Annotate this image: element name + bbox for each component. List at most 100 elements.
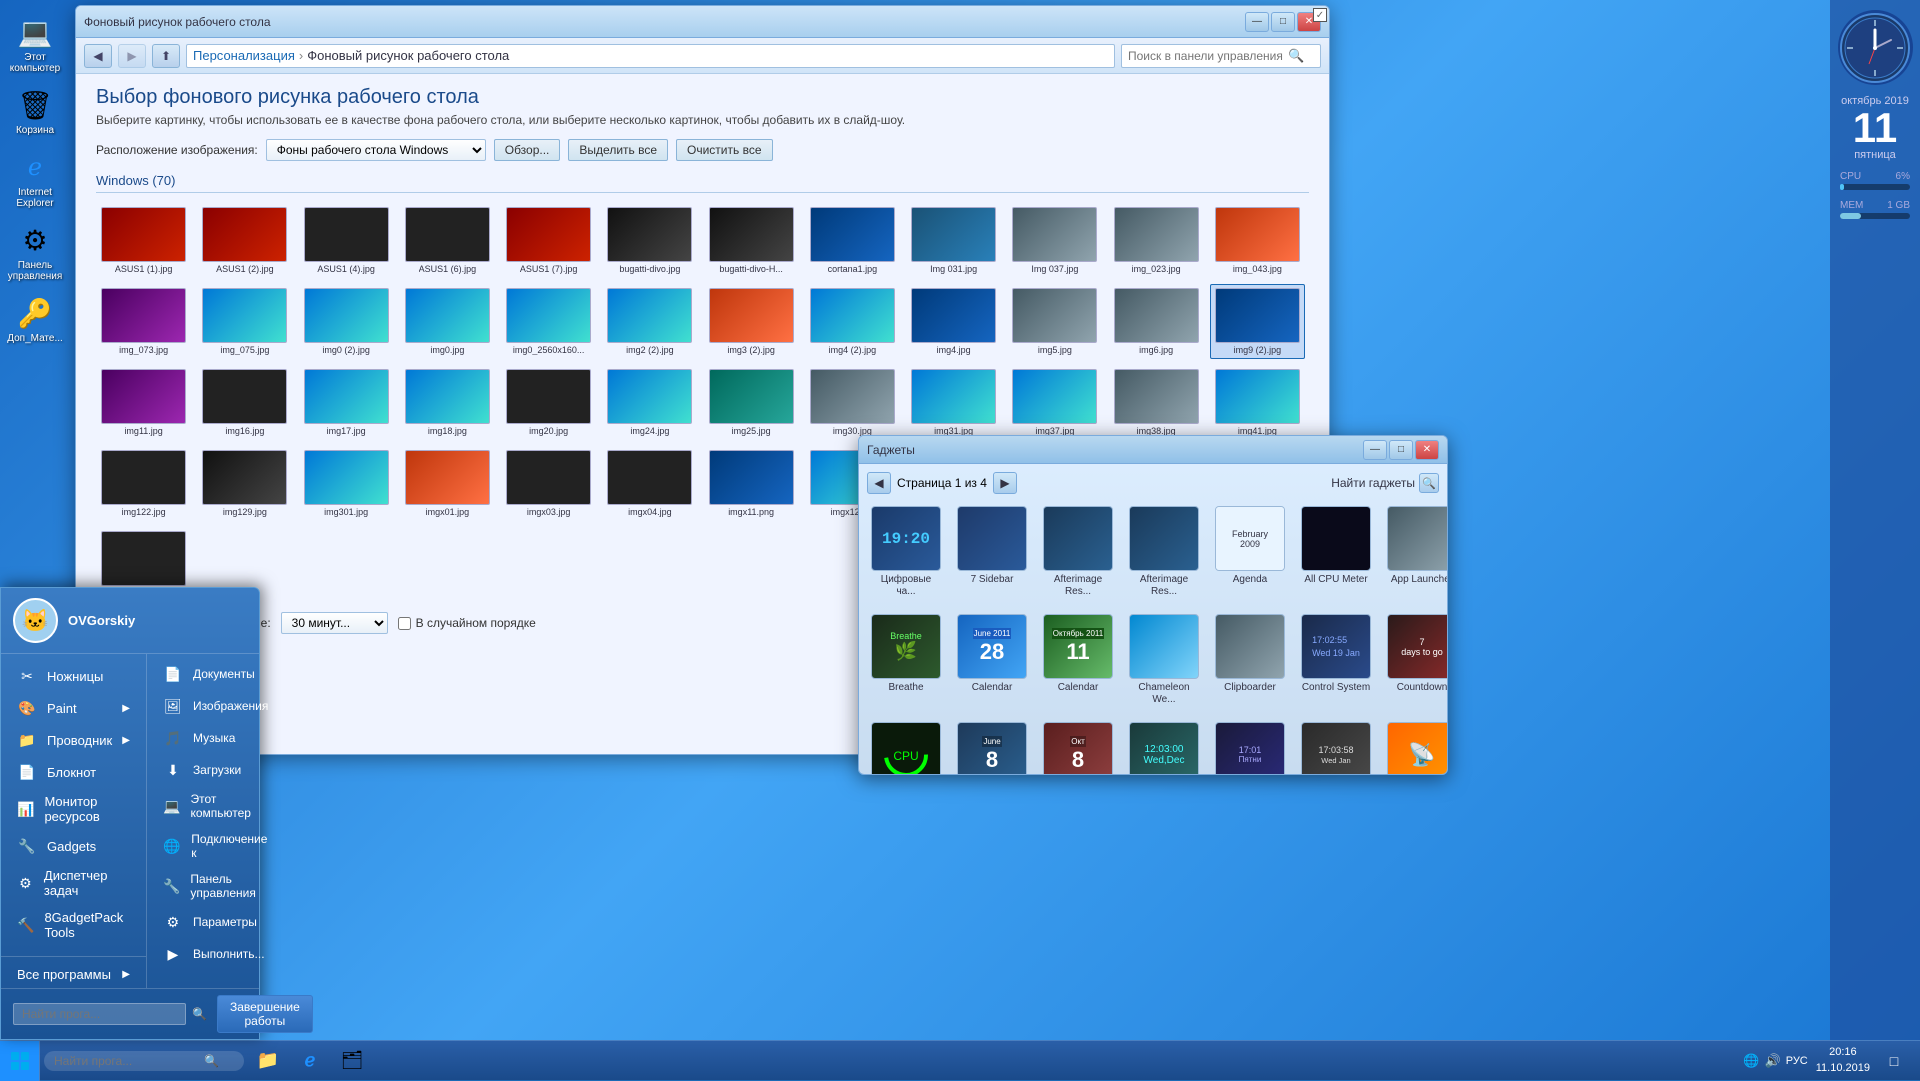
clear-all-button[interactable]: Очистить все	[676, 139, 772, 161]
image-item[interactable]: img122.jpg	[96, 446, 191, 521]
forward-button[interactable]: ▶	[118, 44, 146, 68]
search-input[interactable]	[1128, 49, 1288, 63]
image-item[interactable]: img2 (2).jpg	[602, 284, 697, 359]
gadget-item[interactable]: February2009Agenda	[1211, 502, 1289, 602]
shutdown-button[interactable]: Завершение работы	[217, 995, 313, 1033]
gadget-item[interactable]: Clipboarder	[1211, 610, 1289, 710]
desktop-icon-ie[interactable]: ℯ Internet Explorer	[3, 145, 67, 213]
start-menu-item-run[interactable]: ▶ Выполнить...	[147, 938, 285, 970]
image-item[interactable]: img20.jpg	[501, 365, 596, 440]
image-item[interactable]: ASUS1 (2).jpg	[197, 203, 292, 278]
image-item[interactable]: img5.jpg	[1007, 284, 1102, 359]
up-button[interactable]: ⬆	[152, 44, 180, 68]
gadget-item[interactable]: CPUCPU Utilization	[867, 718, 945, 775]
start-menu-item-downloads[interactable]: ⬇ Загрузки	[147, 754, 285, 786]
image-item[interactable]: img_043.jpg	[1210, 203, 1305, 278]
minimize-button[interactable]: —	[1245, 12, 1269, 32]
gadget-item[interactable]: June 201128Calendar	[953, 610, 1031, 710]
image-item[interactable]: ASUS1 (1).jpg	[96, 203, 191, 278]
image-item[interactable]: img30.jpg	[805, 365, 900, 440]
select-all-button[interactable]: Выделить все	[568, 139, 668, 161]
image-item[interactable]: img4 (2).jpg	[805, 284, 900, 359]
image-item[interactable]: img37.jpg	[1007, 365, 1102, 440]
image-item[interactable]: ASUS1 (4).jpg	[299, 203, 394, 278]
gadget-item[interactable]: 17:01ПятниDate Time	[1211, 718, 1289, 775]
start-menu-item-connect[interactable]: 🌐 Подключение к	[147, 826, 285, 866]
gadget-item[interactable]: All CPU Meter	[1297, 502, 1375, 602]
start-menu-item-notepad[interactable]: 📄 Блокнот	[1, 756, 146, 788]
taskbar-item-explorer2[interactable]: 🗂	[332, 1041, 372, 1081]
gadgets-minimize[interactable]: —	[1363, 440, 1387, 460]
tray-lang[interactable]: РУС	[1786, 1055, 1808, 1067]
image-item[interactable]: imgx03.jpg	[501, 446, 596, 521]
image-item[interactable]: img31.jpg	[906, 365, 1001, 440]
image-item[interactable]: img6.jpg	[1109, 284, 1204, 359]
image-item[interactable]: imgx01.jpg	[400, 446, 495, 521]
gadget-item[interactable]: Breathe🌿Breathe	[867, 610, 945, 710]
image-item[interactable]: ASUS1 (6).jpg	[400, 203, 495, 278]
image-item[interactable]: ✓img9 (2).jpg	[1210, 284, 1305, 359]
location-select[interactable]: Фоны рабочего стола Windows	[266, 139, 486, 161]
gadget-item[interactable]: Октябрь 201111Calendar	[1039, 610, 1117, 710]
desktop-icon-computer[interactable]: 💻 Этот компьютер	[3, 10, 67, 78]
gadget-item[interactable]: 7days to goCountdown	[1383, 610, 1448, 710]
gadgets-prev-button[interactable]: ◀	[867, 472, 891, 494]
action-center-button[interactable]: □	[1878, 1041, 1910, 1081]
gadgets-search-button[interactable]: 🔍	[1419, 473, 1439, 493]
image-item[interactable]: Img 031.jpg	[906, 203, 1001, 278]
gadget-item[interactable]: Afterimage Res...	[1125, 502, 1203, 602]
taskbar-item-ie[interactable]: ℯ	[290, 1041, 330, 1081]
image-item[interactable]: cortana1.jpg	[805, 203, 900, 278]
image-item[interactable]: img301.jpg	[299, 446, 394, 521]
gadgets-next-button[interactable]: ▶	[993, 472, 1017, 494]
start-menu-item-music[interactable]: 🎵 Музыка	[147, 722, 285, 754]
gadget-item[interactable]: June8Custom Calendar	[953, 718, 1031, 775]
start-menu-item-parameters[interactable]: ⚙ Параметры	[147, 906, 285, 938]
gadget-item[interactable]: Окт8Custom Calendar	[1039, 718, 1117, 775]
image-item[interactable]: img_023.jpg	[1109, 203, 1204, 278]
start-menu-item-resource-monitor[interactable]: 📊 Монитор ресурсов	[1, 788, 146, 830]
gadget-item[interactable]: 17:03:58Wed JanDesktop Calcula...	[1297, 718, 1375, 775]
gadget-item[interactable]: 📡Desktop Feed R...	[1383, 718, 1448, 775]
gadgets-close[interactable]: ✕	[1415, 440, 1439, 460]
image-item[interactable]: Img 037.jpg	[1007, 203, 1102, 278]
image-item[interactable]: img4.jpg	[906, 284, 1001, 359]
image-item[interactable]: img0.jpg	[400, 284, 495, 359]
gadget-item[interactable]: Chameleon We...	[1125, 610, 1203, 710]
tray-network-icon[interactable]: 🌐	[1743, 1053, 1759, 1069]
start-menu-item-paint[interactable]: 🎨 Paint ▶	[1, 692, 146, 724]
gadget-item[interactable]: 7 Sidebar	[953, 502, 1031, 602]
taskbar-item-file-manager[interactable]: 📁	[248, 1041, 288, 1081]
start-menu-item-8gadget[interactable]: 🔨 8GadgetPack Tools	[1, 904, 146, 946]
gadgets-maximize[interactable]: □	[1389, 440, 1413, 460]
taskbar-search-input[interactable]	[54, 1054, 204, 1068]
gadget-item[interactable]: Afterimage Res...	[1039, 502, 1117, 602]
image-item[interactable]: img_073.jpg	[96, 284, 191, 359]
start-button[interactable]	[0, 1041, 40, 1081]
start-menu-item-scissors[interactable]: ✂ Ножницы	[1, 660, 146, 692]
gadget-item[interactable]: 12:03:00Wed,DecDate & Time	[1125, 718, 1203, 775]
gadget-item[interactable]: 19:20Цифровые ча...	[867, 502, 945, 602]
start-menu-item-gadgets[interactable]: 🔧 Gadgets	[1, 830, 146, 862]
image-item[interactable]: img38.jpg	[1109, 365, 1204, 440]
image-item[interactable]: bugatti-divo-H...	[704, 203, 799, 278]
gadget-item[interactable]: 17:02:55Wed 19 JanControl System	[1297, 610, 1375, 710]
image-item[interactable]: img25.jpg	[704, 365, 799, 440]
image-item[interactable]: img24.jpg	[602, 365, 697, 440]
image-item[interactable]: img0 (2).jpg	[299, 284, 394, 359]
start-menu-item-pictures[interactable]: 🖼 Изображения	[147, 690, 285, 722]
image-item[interactable]: img3 (2).jpg	[704, 284, 799, 359]
start-menu-item-this-computer[interactable]: 💻 Этот компьютер	[147, 786, 285, 826]
maximize-button[interactable]: □	[1271, 12, 1295, 32]
image-item[interactable]: img17.jpg	[299, 365, 394, 440]
desktop-icon-control-panel[interactable]: ⚙ Панель управления	[3, 218, 67, 286]
image-item[interactable]: img_075.jpg	[197, 284, 292, 359]
image-item[interactable]: bugatti-divo.jpg	[602, 203, 697, 278]
image-item[interactable]: img18.jpg	[400, 365, 495, 440]
start-menu-item-documents[interactable]: 📄 Документы	[147, 658, 285, 690]
tray-volume-icon[interactable]: 🔊	[1765, 1053, 1781, 1069]
image-item[interactable]: imgx11.png	[704, 446, 799, 521]
random-checkbox[interactable]	[398, 617, 411, 630]
image-item[interactable]: imgx04.jpg	[602, 446, 697, 521]
all-programs-item[interactable]: Все программы ▶	[1, 961, 146, 988]
